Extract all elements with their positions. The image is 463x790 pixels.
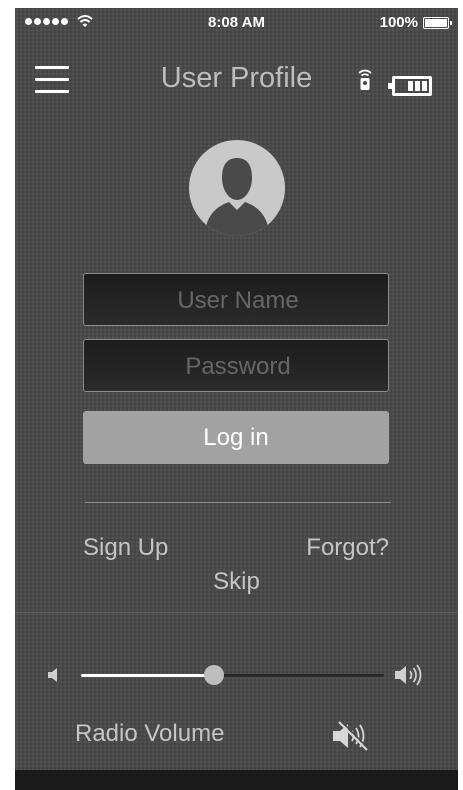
volume-high-icon: [395, 664, 422, 686]
remote-control-icon[interactable]: [358, 68, 372, 90]
signup-link[interactable]: Sign Up: [83, 534, 168, 562]
battery-icon: [423, 17, 452, 29]
battery-percent: 100%: [379, 14, 418, 31]
bottom-bar: [15, 770, 458, 790]
login-button[interactable]: Log in: [83, 411, 389, 464]
username-field[interactable]: [83, 273, 392, 327]
avatar[interactable]: [189, 140, 285, 236]
radio-volume-label: Radio Volume: [75, 720, 225, 747]
volume-slider-thumb[interactable]: [204, 665, 225, 685]
divider: [85, 502, 391, 503]
password-input[interactable]: [84, 340, 392, 393]
status-bar: 8:08 AM 100%: [15, 8, 458, 38]
username-input[interactable]: [84, 274, 392, 327]
forgot-password-link[interactable]: Forgot?: [306, 534, 389, 562]
battery-level-icon: [388, 76, 432, 96]
volume-slider-fill: [81, 674, 215, 677]
phone-screen: 8:08 AM 100% User Profile Log in Sign Up…: [15, 8, 458, 790]
password-field[interactable]: [83, 339, 392, 393]
mute-icon[interactable]: [331, 720, 371, 752]
skip-link[interactable]: Skip: [15, 568, 458, 596]
section-divider: [15, 612, 458, 613]
user-silhouette-icon: [205, 158, 269, 236]
volume-low-icon: [48, 668, 57, 682]
volume-slider[interactable]: [81, 665, 384, 685]
